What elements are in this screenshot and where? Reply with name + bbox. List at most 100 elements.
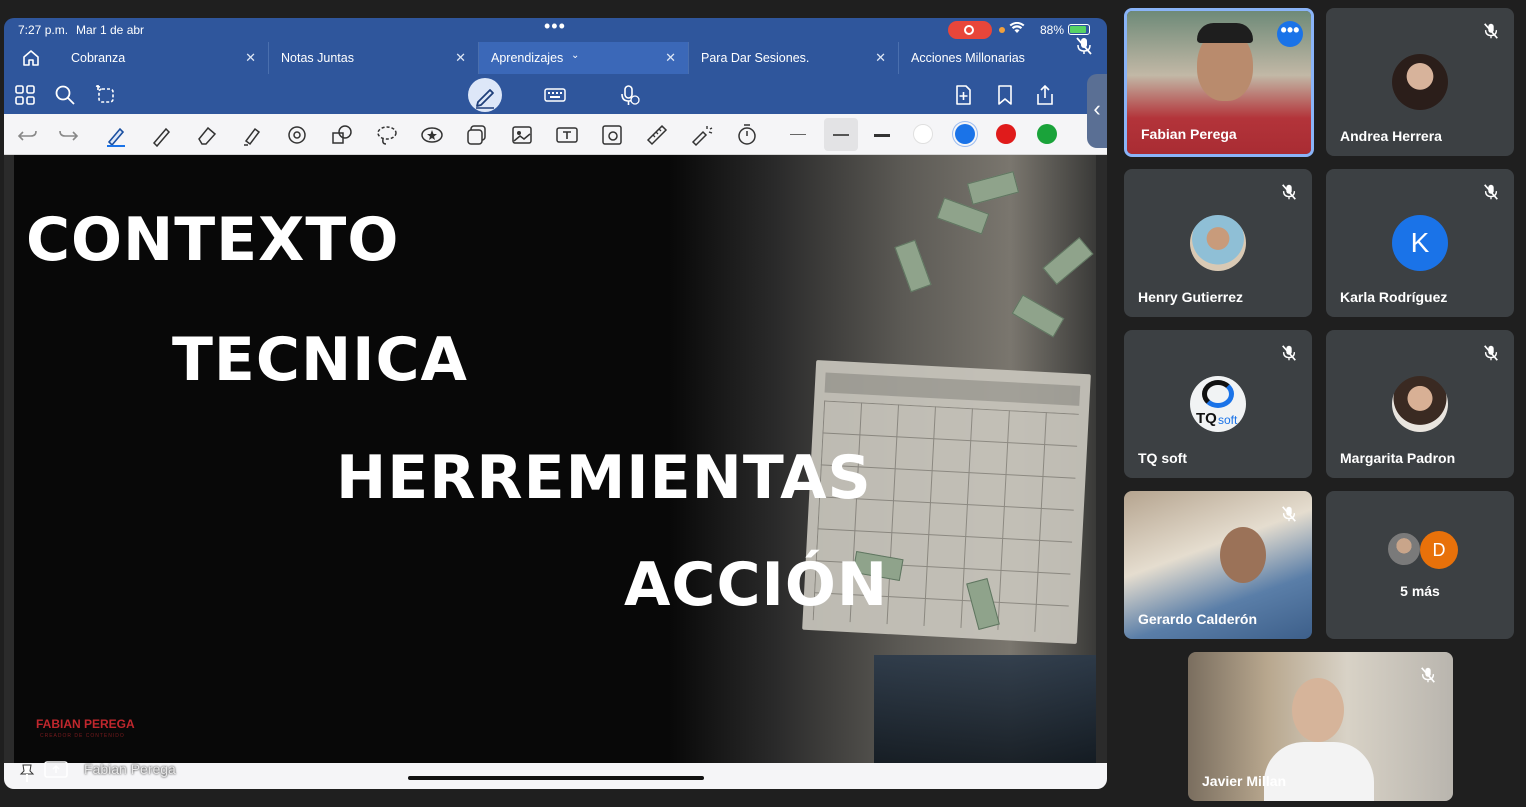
multitask-dots-icon[interactable]: •••: [544, 18, 566, 37]
mic-off-icon: [1280, 344, 1298, 362]
participant-avatar: [1386, 531, 1422, 567]
tab-label: Notas Juntas: [281, 51, 354, 65]
chevron-down-icon[interactable]: ⌄: [571, 50, 579, 61]
color-red-swatch[interactable]: [996, 124, 1016, 144]
battery-icon: [1068, 24, 1090, 35]
participant-name: Karla Rodríguez: [1340, 289, 1448, 305]
participant-name: TQ soft: [1138, 450, 1187, 466]
close-icon[interactable]: ✕: [455, 50, 466, 66]
logo-ring: [1202, 380, 1234, 408]
initial-avatar: D: [1420, 531, 1458, 569]
notebook-tab-bar: Cobranza ✕ Notas Juntas ✕ Aprendizajes ⌄…: [4, 42, 1107, 74]
drawing-toolbar: [4, 114, 1107, 155]
element-icon[interactable]: [465, 123, 489, 147]
pin-icon[interactable]: [18, 763, 36, 783]
lasso-icon[interactable]: [375, 123, 399, 147]
camera-image-icon[interactable]: [600, 123, 624, 147]
presenter-label: Fabian Perega: [84, 761, 176, 777]
status-time: 7:27 p.m.: [18, 23, 69, 37]
medium-stroke-option[interactable]: [824, 118, 858, 151]
add-page-icon[interactable]: [952, 84, 974, 106]
participant-tile-javier-millan[interactable]: Javier Millan: [1188, 652, 1453, 801]
tab-label: Cobranza: [71, 51, 126, 65]
lasso-select-icon[interactable]: [94, 84, 116, 106]
highlighter-icon[interactable]: [240, 123, 264, 147]
image-icon[interactable]: [510, 123, 534, 147]
participant-avatar: [1190, 215, 1246, 271]
screen-share-icon[interactable]: [44, 760, 68, 780]
keyboard-icon[interactable]: [544, 84, 566, 106]
grid-view-icon[interactable]: [14, 84, 36, 106]
shape-tool-icon[interactable]: [330, 123, 354, 147]
home-icon[interactable]: [22, 49, 40, 67]
timer-icon[interactable]: [735, 123, 759, 147]
pen-mode-button[interactable]: [468, 78, 502, 112]
ruler-icon[interactable]: [645, 123, 669, 147]
mic-off-icon: [1482, 344, 1500, 362]
color-blue-swatch[interactable]: [955, 124, 975, 144]
close-icon[interactable]: ✕: [245, 50, 256, 66]
color-green-swatch[interactable]: [1037, 124, 1057, 144]
close-icon[interactable]: ✕: [665, 50, 676, 66]
participant-face: [1292, 678, 1344, 742]
company-logo-avatar: TQ soft: [1190, 376, 1246, 432]
status-date: Mar 1 de abr: [76, 23, 145, 37]
share-icon[interactable]: [1034, 84, 1056, 106]
more-options-icon[interactable]: •••: [1277, 21, 1303, 47]
note-canvas-slide[interactable]: CONTEXTO TECNICA HERREMIENTAS ACCIÓN FAB…: [14, 155, 1096, 763]
collapse-panel-handle[interactable]: ‹: [1087, 74, 1107, 148]
participant-name: Fabian Perega: [1141, 126, 1237, 142]
participant-tile-tq-soft[interactable]: TQ soft TQ soft: [1124, 330, 1312, 478]
participant-tile-henry-gutierrez[interactable]: Henry Gutierrez: [1124, 169, 1312, 317]
pencil-icon[interactable]: [150, 123, 174, 148]
mic-off-icon: [1419, 666, 1437, 684]
tab-notas-juntas[interactable]: Notas Juntas ✕: [269, 42, 479, 74]
participant-tile-karla-rodriguez[interactable]: K Karla Rodríguez: [1326, 169, 1514, 317]
participant-face: [1220, 527, 1266, 583]
dictation-mic-icon[interactable]: [618, 84, 640, 106]
close-icon[interactable]: ✕: [875, 50, 886, 66]
eraser-icon[interactable]: [195, 123, 219, 147]
tab-para-dar-sesiones[interactable]: Para Dar Sesiones. ✕: [689, 42, 899, 74]
participant-tile-fabian-perega[interactable]: ••• Fabian Perega: [1124, 8, 1314, 157]
brand-subtitle: CREADOR DE CONTENIDO: [40, 733, 125, 739]
bookmark-icon[interactable]: [994, 84, 1016, 106]
screen-record-icon: [948, 21, 992, 39]
home-indicator[interactable]: [408, 776, 704, 780]
search-icon[interactable]: [54, 84, 76, 106]
tab-aprendizajes[interactable]: Aprendizajes ⌄ ✕: [479, 42, 689, 74]
mic-off-icon: [1482, 183, 1500, 201]
laser-pointer-icon[interactable]: [690, 123, 714, 147]
battery-percent: 88%: [1040, 23, 1065, 37]
participant-tile-margarita-padron[interactable]: Margarita Padron: [1326, 330, 1514, 478]
undo-icon[interactable]: [16, 123, 40, 147]
tab-cobranza[interactable]: Cobranza ✕: [59, 42, 269, 74]
thick-stroke-option[interactable]: [874, 134, 890, 137]
participant-tile-more[interactable]: D 5 más: [1326, 491, 1514, 639]
fountain-pen-icon[interactable]: [104, 123, 128, 147]
participant-tile-andrea-herrera[interactable]: Andrea Herrera: [1326, 8, 1514, 156]
text-box-icon[interactable]: [555, 123, 579, 147]
logo-text: TQ: [1196, 410, 1217, 427]
brand-logo: FABIAN PEREGA: [36, 717, 135, 731]
shapes-icon[interactable]: [285, 123, 309, 147]
app-toolbar: [4, 74, 1107, 114]
slide-word-contexto: CONTEXTO: [26, 205, 400, 275]
participant-tile-gerardo-calderon[interactable]: Gerardo Calderón: [1124, 491, 1312, 639]
tab-acciones-millonarias[interactable]: Acciones Millonarias: [899, 42, 1089, 74]
participant-shirt: [1264, 742, 1374, 801]
thin-stroke-option[interactable]: [790, 134, 806, 135]
slide-word-herremientas: HERREMIENTAS: [336, 443, 872, 513]
tab-label: Para Dar Sesiones.: [701, 51, 810, 65]
participant-name: Gerardo Calderón: [1138, 611, 1258, 627]
mic-off-icon: [1482, 22, 1500, 40]
mic-off-icon: [1074, 36, 1094, 56]
participant-avatar: [1392, 376, 1448, 432]
sticker-icon[interactable]: [420, 123, 444, 147]
participant-name: Andrea Herrera: [1340, 128, 1442, 144]
redo-icon[interactable]: [56, 123, 80, 147]
logo-suffix: soft: [1218, 413, 1238, 427]
participant-name: Henry Gutierrez: [1138, 289, 1244, 305]
color-white-swatch[interactable]: [913, 124, 933, 144]
stroke-line: [833, 134, 849, 136]
